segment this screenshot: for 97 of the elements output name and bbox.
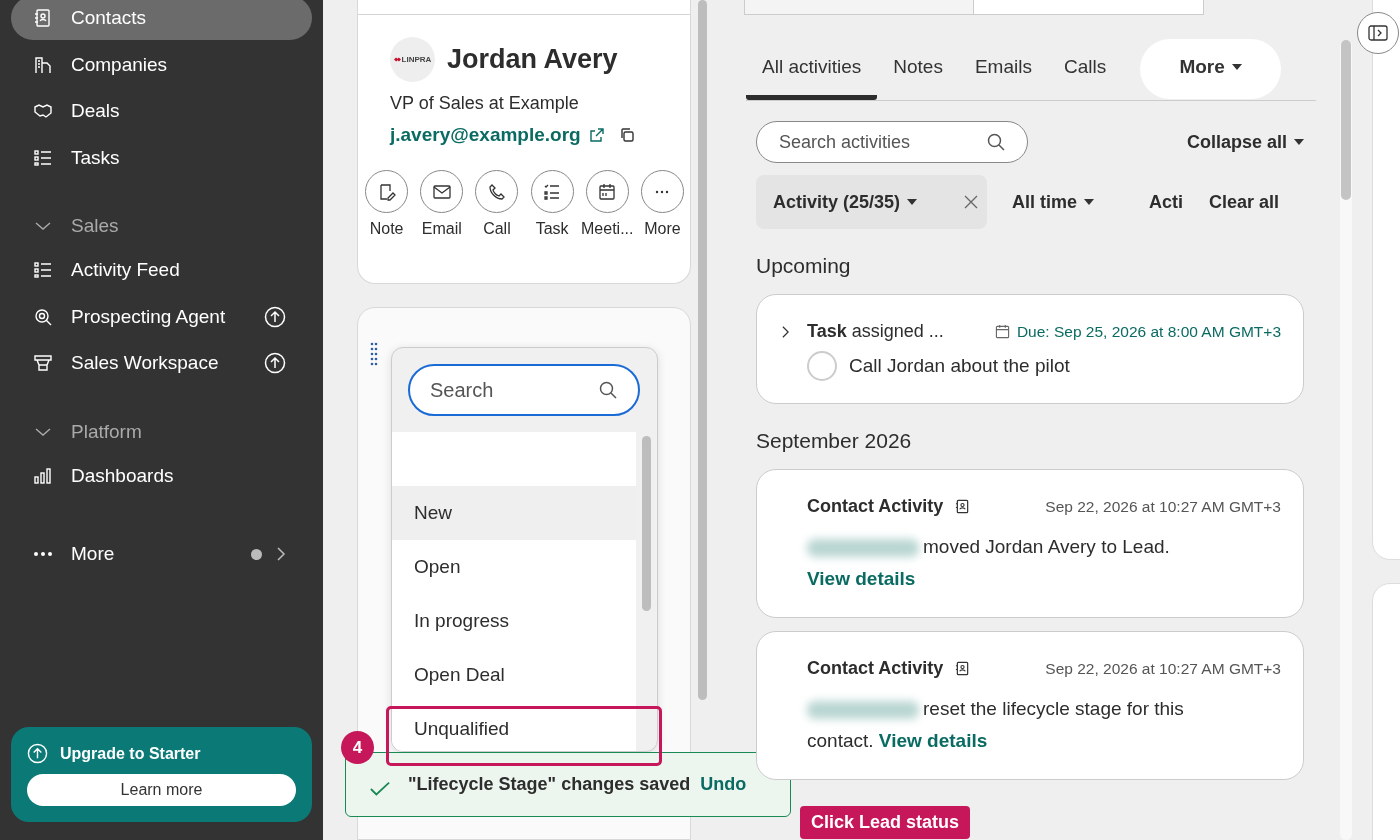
dropdown-option[interactable]: Unqualified: [392, 702, 636, 751]
job-title: VP of Sales at Example: [389, 93, 580, 114]
action-button[interactable]: [420, 170, 464, 213]
action-label: Email: [421, 220, 462, 238]
view-details-link[interactable]: View details: [878, 730, 988, 751]
timestamp: Sep 22, 2026 at 10:27 AM GMT+3: [1045, 497, 1281, 516]
sidebar-panel-icon: [1368, 25, 1388, 41]
tab[interactable]: Calls: [1047, 38, 1123, 100]
activity-text: moved Jordan Avery to Lead. View details: [807, 535, 1171, 591]
timestamp: Sep 22, 2026 at 10:27 AM GMT+3: [1045, 659, 1281, 678]
sidebar-section[interactable]: Platform: [11, 409, 312, 454]
calendar-icon: [597, 181, 618, 202]
sidebar-item[interactable]: Sales Workspace: [11, 341, 312, 385]
dropdown-option[interactable]: In progress: [392, 594, 636, 648]
caret-icon: [1231, 64, 1242, 70]
action-button[interactable]: [585, 170, 629, 213]
scrollbar[interactable]: [698, 0, 707, 700]
action-button[interactable]: [365, 170, 409, 213]
task-text: Call Jordan about the pilot: [849, 355, 1070, 377]
building-icon: [33, 54, 53, 75]
contact-name: Jordan Avery: [447, 44, 618, 75]
task-checkbox[interactable]: [807, 351, 837, 381]
sidebar-section[interactable]: Sales: [11, 204, 312, 248]
tab[interactable]: Emails: [958, 38, 1048, 100]
section-heading: September 2026: [756, 429, 913, 453]
section-heading: Upcoming: [756, 254, 852, 278]
status-dot: [251, 548, 262, 560]
dots-icon: [33, 552, 53, 556]
action-label: More: [644, 220, 681, 238]
view-details-link[interactable]: View details: [807, 568, 916, 589]
upgrade-icon[interactable]: [264, 305, 286, 328]
learn-more-button[interactable]: Learn more: [27, 774, 296, 806]
calendar-icon: [994, 324, 1010, 339]
sidebar-item[interactable]: Contacts: [11, 0, 312, 40]
upgrade-icon[interactable]: [264, 352, 286, 374]
activity-title: Contact Activity: [807, 658, 944, 679]
email-link[interactable]: j.avery@example.org: [390, 124, 581, 146]
sidebar-item[interactable]: Deals: [11, 89, 312, 133]
company-logo: LINPRA: [390, 37, 435, 82]
caret-icon: [1084, 199, 1094, 205]
action-label: Meeti...: [581, 220, 634, 238]
tab[interactable]: Notes: [877, 38, 959, 100]
scrollbar[interactable]: [642, 436, 651, 611]
action-button[interactable]: [475, 170, 519, 213]
dropdown-option[interactable]: Open: [392, 540, 636, 594]
list-icon: [33, 260, 53, 280]
action-button[interactable]: [640, 170, 684, 213]
scrollbar-thumb[interactable]: [1341, 40, 1351, 200]
caret-icon: [1294, 139, 1304, 145]
filter-dropdown[interactable]: Acti: [1149, 191, 1184, 213]
contact-book-icon: [955, 661, 971, 676]
sidebar-item[interactable]: Dashboards: [11, 453, 312, 498]
bar-chart-icon: [33, 465, 53, 486]
sidebar-item[interactable]: More: [11, 532, 312, 576]
list-icon: [33, 147, 53, 168]
action-button[interactable]: [530, 170, 574, 213]
task-title: Task assigned ...: [807, 321, 944, 342]
chevron-icon[interactable]: [781, 324, 790, 339]
contact-book-icon: [955, 499, 971, 514]
action-label: Note: [369, 220, 404, 238]
search-icon: [598, 380, 618, 400]
tutorial-callout: Click Lead status: [800, 806, 971, 839]
undo-link[interactable]: Undo: [700, 774, 747, 795]
dropdown-option[interactable]: New: [392, 486, 636, 540]
magnifier-icon: [33, 306, 53, 327]
upgrade-icon: [27, 743, 48, 764]
search-field[interactable]: Search: [408, 364, 640, 416]
action-label: Task: [535, 220, 569, 238]
sidebar-item[interactable]: Activity Feed: [11, 248, 312, 292]
ellipsis-icon: [655, 189, 670, 194]
due-date: Due: Sep 25, 2026 at 8:00 AM GMT+3: [1016, 322, 1281, 341]
collapse-all-button[interactable]: Collapse all: [1186, 131, 1304, 153]
sidebar-item[interactable]: Tasks: [11, 135, 312, 180]
dropdown-option[interactable]: Open Deal: [392, 648, 636, 702]
chevron-icon: [276, 546, 286, 562]
search-icon: [986, 132, 1006, 152]
copy-icon[interactable]: [618, 127, 635, 143]
clear-all-button[interactable]: Clear all: [1209, 191, 1280, 213]
caret-icon: [907, 199, 918, 205]
more-tab[interactable]: More: [1140, 39, 1282, 99]
search-field[interactable]: Search activities: [756, 121, 1028, 163]
sidebar-item[interactable]: Companies: [11, 42, 312, 87]
drag-handle-icon[interactable]: [370, 342, 378, 368]
sidebar-item[interactable]: Prospecting Agent: [11, 294, 312, 339]
upgrade-title: Upgrade to Starter: [60, 744, 201, 763]
panel-toggle-button[interactable]: [1357, 12, 1399, 54]
filter-dropdown[interactable]: All time: [1012, 191, 1094, 213]
contact-book-icon: [33, 8, 53, 28]
close-icon[interactable]: [964, 195, 978, 209]
tab[interactable]: All activities: [746, 38, 878, 100]
external-link-icon[interactable]: [588, 127, 605, 143]
action-label: Call: [483, 220, 511, 238]
stand-icon: [33, 353, 53, 373]
activity-text: reset the lifecycle stage for this contact. View details: [807, 697, 1185, 753]
checkmark-icon: [370, 780, 390, 797]
toast-message: "Lifecycle Stage" changes saved: [408, 774, 691, 795]
activity-title: Contact Activity: [807, 496, 944, 517]
